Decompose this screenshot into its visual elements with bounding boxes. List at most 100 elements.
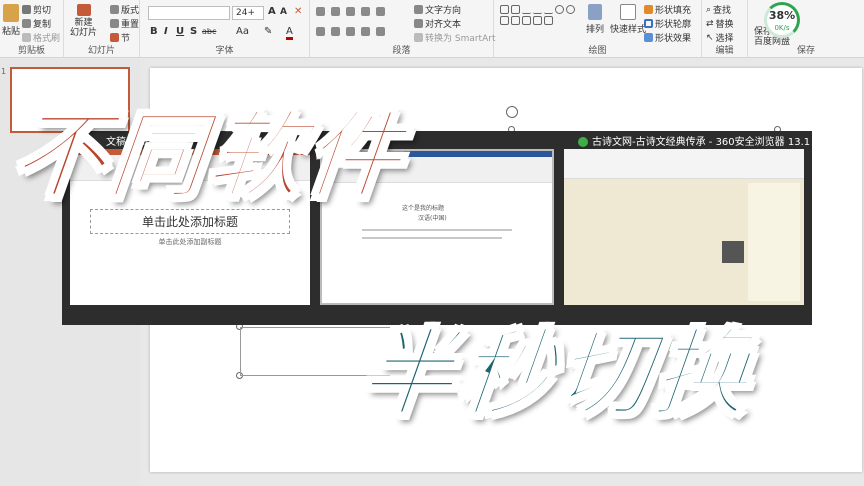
cut-button[interactable]: 剪切	[22, 3, 51, 16]
layout-icon	[110, 5, 119, 14]
reset-button[interactable]: 重置	[110, 17, 139, 30]
fill-icon	[644, 5, 653, 14]
slides-group: 新建 幻灯片 版式 重置 节 幻灯片	[64, 0, 140, 58]
paste-button[interactable]: 粘贴	[2, 4, 20, 37]
italic-button[interactable]: I	[164, 26, 168, 37]
text-direction-icon	[414, 5, 423, 14]
font-group: 24+ A A ✕ B I U S abc Aa ✎ A 字体	[140, 0, 310, 58]
shape-brace-icon[interactable]	[533, 16, 542, 25]
text-direction-button[interactable]: 文字方向	[414, 3, 461, 16]
paste-icon	[3, 4, 19, 22]
font-color-icon[interactable]: A	[286, 26, 293, 40]
bullets-icon[interactable]	[316, 7, 325, 16]
list-buttons	[316, 7, 385, 16]
shape-line-icon[interactable]	[533, 5, 542, 14]
clear-format-icon[interactable]: ✕	[294, 6, 302, 17]
shape-arrow-icon[interactable]	[511, 16, 520, 25]
change-case-button[interactable]: Aa	[236, 26, 249, 37]
strikethrough-button[interactable]: abc	[202, 27, 216, 36]
arrange-button[interactable]: 排列	[586, 4, 604, 35]
arrange-icon	[588, 4, 602, 20]
paragraph-label: 段落	[392, 46, 411, 56]
shape-oval-icon[interactable]	[566, 5, 575, 14]
doc-subheading: 汉语(中国)	[418, 215, 447, 222]
progress-value: 38%	[768, 9, 796, 22]
save-group: 保存 百度网盘 保存	[748, 0, 864, 58]
align-left-icon[interactable]	[316, 27, 325, 36]
increase-font-icon[interactable]: A	[268, 6, 276, 17]
shape-star-icon[interactable]	[544, 16, 553, 25]
new-slide-button[interactable]: 新建 幻灯片	[70, 4, 97, 38]
qr-code-icon	[722, 241, 744, 263]
shape-line-icon[interactable]	[522, 5, 531, 14]
align-center-icon[interactable]	[331, 27, 340, 36]
slide-number: 1	[1, 67, 7, 76]
clipboard-label: 剪贴板	[17, 46, 45, 56]
drawing-label: 绘图	[588, 46, 607, 56]
paragraph-group: 文字方向 对齐文本 转换为 SmartArt 段落	[310, 0, 495, 58]
slides-label: 幻灯片	[87, 46, 115, 56]
save-label: 保存	[796, 46, 815, 56]
rotate-handle[interactable]	[506, 106, 518, 118]
progress-speed: 0K/s	[774, 24, 790, 32]
underline-button[interactable]: U	[176, 26, 184, 37]
copy-icon	[22, 19, 31, 28]
line-spacing-icon[interactable]	[376, 7, 385, 16]
replace-icon: ⇄	[706, 18, 714, 29]
shape-arrow-icon[interactable]	[522, 16, 531, 25]
new-slide-icon	[76, 4, 91, 16]
align-text-button[interactable]: 对齐文本	[414, 17, 461, 30]
justify-icon[interactable]	[361, 27, 370, 36]
brush-icon	[22, 33, 31, 42]
window-title-browser: 古诗文网-古诗文经典传承 - 360安全浏览器 13.1	[578, 133, 810, 148]
replace-button[interactable]: ⇄ 替换	[706, 17, 734, 31]
shadow-button[interactable]: S	[190, 26, 197, 37]
shape-fill-button[interactable]: 形状填充	[644, 3, 691, 16]
columns-icon[interactable]	[376, 27, 385, 36]
outline-icon	[644, 19, 653, 28]
browser-window[interactable]	[564, 149, 804, 305]
upload-progress-badge: 38% 0K/s	[764, 2, 800, 38]
shape-outline-button[interactable]: 形状轮廓	[644, 17, 691, 30]
browser-logo-icon	[578, 137, 588, 147]
font-size-select[interactable]: 24+	[232, 6, 264, 20]
clipboard-group: 粘贴 剪切 复制 格式刷 剪贴板	[0, 0, 64, 58]
font-label: 字体	[215, 46, 234, 56]
numbering-icon[interactable]	[331, 7, 340, 16]
overlay-title-top: 不同软件	[4, 99, 411, 214]
copy-button[interactable]: 复制	[22, 17, 51, 30]
scissors-icon	[22, 5, 31, 14]
align-buttons	[316, 27, 385, 36]
find-icon: ⌕	[706, 4, 712, 15]
shape-rect-icon[interactable]	[511, 5, 520, 14]
doc-heading: 这个是我的标题	[402, 205, 445, 212]
shape-triangle-icon[interactable]	[500, 16, 509, 25]
shape-oval-icon[interactable]	[555, 5, 564, 14]
smartart-icon	[414, 33, 423, 42]
browser-sidebar	[748, 183, 800, 301]
doc-text-line	[362, 229, 512, 231]
quick-styles-icon	[620, 4, 636, 20]
editing-group: ⌕ 查找 ⇄ 替换 ↖ 选择 编辑	[702, 0, 748, 58]
align-right-icon[interactable]	[346, 27, 355, 36]
highlight-icon[interactable]: ✎	[264, 26, 272, 37]
section-icon	[110, 33, 119, 42]
font-name-select[interactable]	[148, 6, 230, 20]
doc-text-line	[362, 237, 502, 239]
decrease-indent-icon[interactable]	[346, 7, 355, 16]
increase-indent-icon[interactable]	[361, 7, 370, 16]
bold-button[interactable]: B	[150, 26, 158, 37]
editing-label: 编辑	[715, 46, 734, 56]
shape-rect-icon[interactable]	[500, 5, 509, 14]
find-button[interactable]: ⌕ 查找	[706, 3, 731, 17]
overlay-title-bottom: 半秒切换	[352, 317, 759, 432]
effects-icon	[644, 33, 653, 42]
ribbon: 粘贴 剪切 复制 格式刷 剪贴板 新建 幻灯片 版式 重置 节 幻灯片 24+ …	[0, 0, 864, 58]
align-text-icon	[414, 19, 423, 28]
shapes-gallery[interactable]	[500, 5, 576, 39]
layout-button[interactable]: 版式	[110, 3, 139, 16]
shape-line-icon[interactable]	[544, 5, 553, 14]
reset-icon	[110, 19, 119, 28]
decrease-font-icon[interactable]: A	[280, 7, 287, 17]
quick-styles-button[interactable]: 快速样式	[610, 4, 646, 35]
